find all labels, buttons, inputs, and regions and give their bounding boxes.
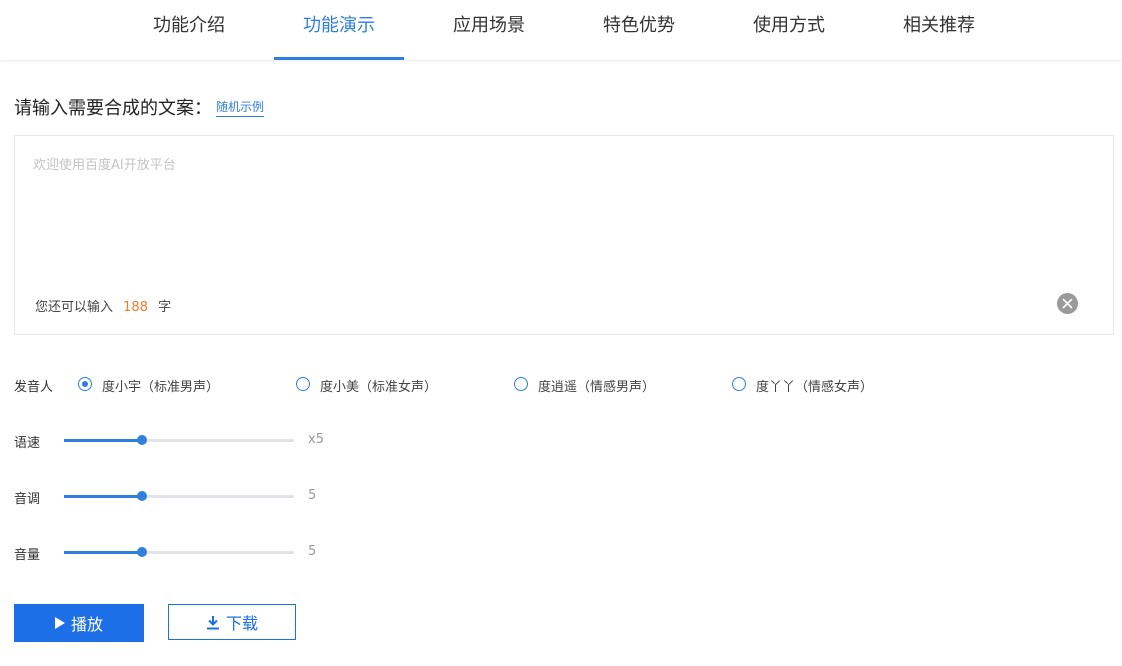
tab-feature-intro[interactable]: 功能介绍 <box>124 0 254 58</box>
remaining-count: 188 <box>123 300 148 315</box>
play-button[interactable]: 播放 <box>14 604 144 642</box>
input-header: 请输入需要合成的文案： 随机示例 <box>14 94 265 120</box>
volume-value: 5 <box>308 544 317 559</box>
radio-button[interactable] <box>78 377 92 391</box>
voice-option-label: 度丫丫（情感女声） <box>756 380 874 395</box>
tab-usage[interactable]: 使用方式 <box>724 0 854 58</box>
slider-thumb[interactable] <box>137 435 147 445</box>
top-nav: 功能介绍 功能演示 应用场景 特色优势 使用方式 相关推荐 <box>0 0 1122 61</box>
remaining-prefix: 您还可以输入 <box>35 300 114 315</box>
random-example-link[interactable]: 随机示例 <box>216 98 265 117</box>
slider-thumb[interactable] <box>137 547 147 557</box>
download-icon <box>206 615 219 629</box>
download-label: 下载 <box>225 616 258 633</box>
volume-label: 音量 <box>14 548 41 563</box>
radio-button[interactable] <box>514 377 528 391</box>
speed-label: 语速 <box>14 436 41 451</box>
slider-fill <box>64 439 142 442</box>
text-input[interactable] <box>33 154 1093 274</box>
clear-icon[interactable] <box>1057 293 1078 314</box>
play-icon <box>54 617 65 629</box>
radio-button[interactable] <box>296 377 310 391</box>
remaining-suffix: 字 <box>158 300 172 315</box>
slider-fill <box>64 495 142 498</box>
voice-label: 发音人 <box>14 380 54 395</box>
remaining-count-text: 您还可以输入 188 字 <box>35 296 171 315</box>
speed-value: x5 <box>308 432 324 447</box>
pitch-value: 5 <box>308 488 317 503</box>
voice-option-label: 度小美（标准女声） <box>320 380 438 395</box>
tab-feature-demo[interactable]: 功能演示 <box>274 0 404 60</box>
text-input-box: 您还可以输入 188 字 <box>14 135 1114 335</box>
radio-button[interactable] <box>732 377 746 391</box>
play-label: 播放 <box>70 617 103 634</box>
voice-option-label: 度小宇（标准男声） <box>102 380 220 395</box>
volume-slider[interactable] <box>64 546 294 558</box>
pitch-label: 音调 <box>14 492 41 507</box>
tab-scenarios[interactable]: 应用场景 <box>424 0 554 58</box>
pitch-slider[interactable] <box>64 490 294 502</box>
tab-advantages[interactable]: 特色优势 <box>574 0 704 58</box>
slider-fill <box>64 551 142 554</box>
tab-recommendations[interactable]: 相关推荐 <box>874 0 1004 58</box>
slider-thumb[interactable] <box>137 491 147 501</box>
input-title: 请输入需要合成的文案： <box>14 98 212 119</box>
voice-option-label: 度逍遥（情感男声） <box>538 380 656 395</box>
download-button[interactable]: 下载 <box>168 604 296 640</box>
speed-slider[interactable] <box>64 434 294 446</box>
